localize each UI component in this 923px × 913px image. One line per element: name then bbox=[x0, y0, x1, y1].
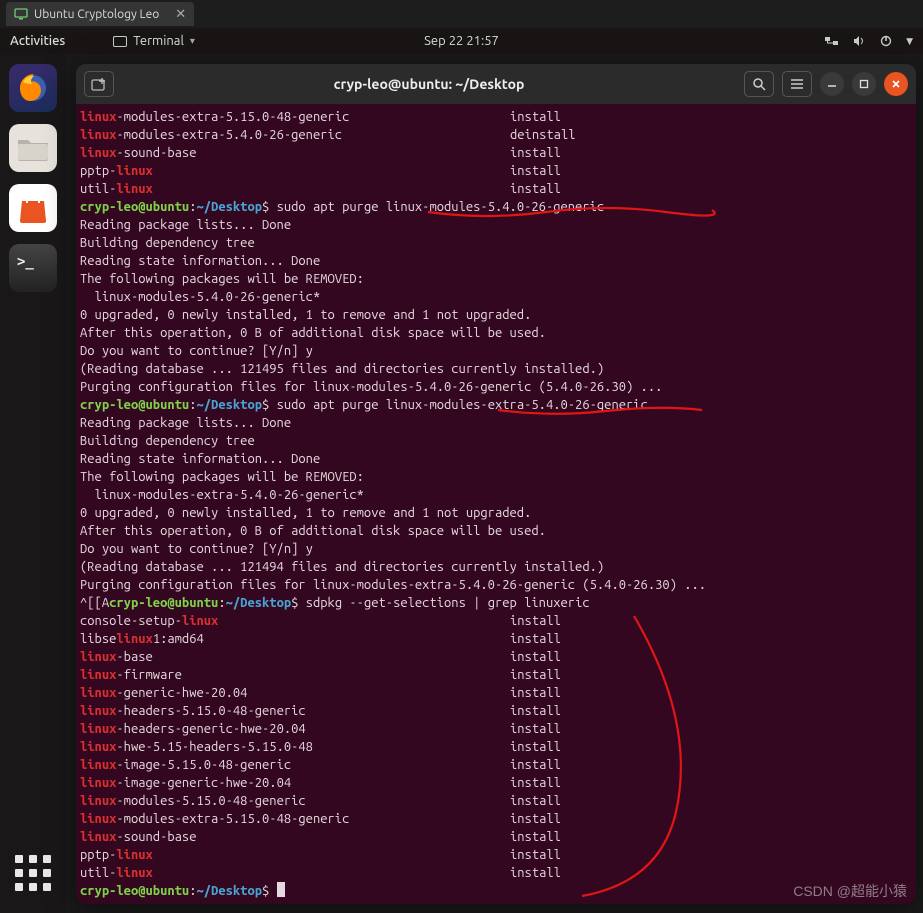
firefox-icon bbox=[15, 70, 51, 106]
dock-terminal[interactable] bbox=[9, 244, 57, 292]
chevron-down-icon: ▾ bbox=[190, 35, 195, 47]
minimize-icon bbox=[827, 79, 837, 89]
active-app-label: Terminal bbox=[133, 34, 184, 48]
new-tab-button[interactable] bbox=[84, 71, 114, 97]
maximize-icon bbox=[859, 79, 869, 89]
volume-icon bbox=[853, 35, 866, 47]
annotation-curve bbox=[576, 612, 736, 902]
vm-tab-label: Ubuntu Cryptology Leo bbox=[34, 8, 159, 21]
maximize-button[interactable] bbox=[852, 72, 876, 96]
show-applications[interactable] bbox=[15, 855, 51, 891]
vm-tab-bar: Ubuntu Cryptology Leo ✕ bbox=[0, 0, 923, 28]
search-button[interactable] bbox=[744, 71, 774, 97]
hamburger-icon bbox=[790, 78, 804, 90]
vm-tab[interactable]: Ubuntu Cryptology Leo ✕ bbox=[6, 2, 194, 26]
chevron-down-icon: ▼ bbox=[906, 36, 913, 47]
dock bbox=[0, 54, 66, 913]
system-status-area[interactable]: ▼ bbox=[825, 35, 913, 47]
search-icon bbox=[752, 77, 766, 91]
activities-button[interactable]: Activities bbox=[10, 34, 65, 48]
files-icon bbox=[16, 134, 50, 162]
minimize-button[interactable] bbox=[820, 72, 844, 96]
watermark: CSDN @超能小猿 bbox=[793, 881, 907, 901]
dock-software[interactable] bbox=[9, 184, 57, 232]
close-icon[interactable]: ✕ bbox=[175, 7, 186, 22]
shopping-bag-icon bbox=[17, 191, 49, 225]
dock-files[interactable] bbox=[9, 124, 57, 172]
hamburger-menu[interactable] bbox=[782, 71, 812, 97]
network-icon bbox=[825, 35, 839, 47]
dock-firefox[interactable] bbox=[9, 64, 57, 112]
terminal-body[interactable]: linux-modules-extra-5.15.0-48-genericins… bbox=[76, 104, 916, 904]
window-titlebar: cryp-leo@ubuntu: ~/Desktop bbox=[76, 64, 916, 104]
close-button[interactable] bbox=[884, 72, 908, 96]
terminal-window: cryp-leo@ubuntu: ~/Desktop linux-modules… bbox=[76, 64, 916, 904]
clock[interactable]: Sep 22 21:57 bbox=[424, 34, 499, 48]
power-icon bbox=[880, 35, 892, 47]
window-title: cryp-leo@ubuntu: ~/Desktop bbox=[122, 76, 736, 92]
close-icon bbox=[891, 79, 901, 89]
terminal-app-icon bbox=[113, 36, 127, 47]
gnome-top-bar: Activities Terminal ▾ Sep 22 21:57 ▼ bbox=[0, 28, 923, 54]
active-app-menu[interactable]: Terminal ▾ bbox=[113, 34, 195, 48]
vm-monitor-icon bbox=[14, 8, 28, 20]
new-tab-icon bbox=[91, 77, 107, 91]
